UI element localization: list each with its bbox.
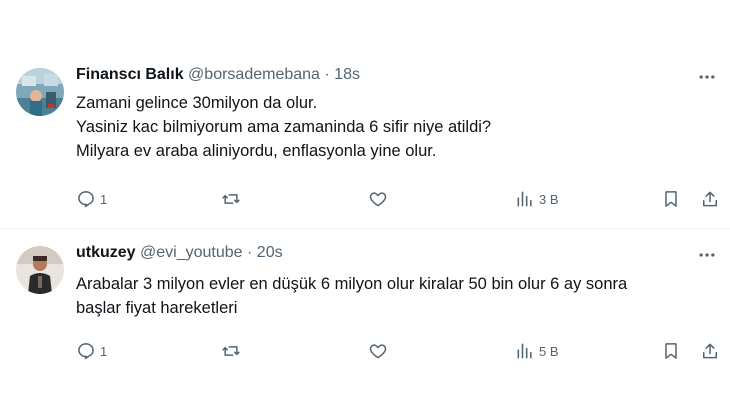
action-bar: 1 5 B — [0, 340, 730, 362]
author-name[interactable]: utkuzey — [76, 244, 136, 261]
like-button[interactable] — [368, 188, 388, 210]
bookmark-button[interactable] — [661, 340, 681, 362]
tweet-text: Zamani gelince 30milyon da olur. Yasiniz… — [76, 91, 710, 163]
tweet-header: utkuzey @evi_youtube · 20s — [76, 241, 670, 265]
bookmark-icon — [665, 343, 677, 359]
tweet[interactable]: Finanscı Balık @borsademebana · 18s Zama… — [0, 0, 730, 229]
retweet-button[interactable] — [221, 188, 241, 210]
reply-button[interactable]: 1 — [76, 340, 107, 362]
tweet-text-line: başlar fiyat hareketleri — [76, 299, 238, 317]
views-button[interactable]: 3 B — [515, 188, 559, 210]
tweet-text: Arabalar 3 milyon evler en düşük 6 milyo… — [76, 272, 710, 320]
timestamp[interactable]: 20s — [257, 244, 283, 261]
share-icon — [703, 191, 717, 207]
views-bar-chart-icon — [517, 191, 532, 207]
tweet-text-line: Milyara ev araba aliniyordu, enflasyonla… — [76, 142, 437, 160]
tweet-text-line: Arabalar 3 milyon evler en düşük 6 milyo… — [76, 275, 628, 293]
reply-icon — [78, 343, 94, 360]
retweet-icon — [222, 346, 240, 356]
more-dots-icon[interactable] — [696, 244, 718, 266]
tweet[interactable]: utkuzey @evi_youtube · 20s Arabalar 3 mi… — [0, 229, 730, 420]
avatar[interactable] — [16, 246, 64, 294]
action-bar: 1 3 B — [0, 188, 730, 210]
share-icon — [703, 343, 717, 359]
reply-count: 1 — [100, 191, 108, 207]
views-count: 3 B — [539, 191, 559, 207]
avatar[interactable] — [16, 68, 64, 116]
timestamp[interactable]: 18s — [334, 66, 360, 83]
tweet-header: Finanscı Balık @borsademebana · 18s — [76, 63, 670, 87]
heart-icon — [369, 192, 387, 207]
retweet-button[interactable] — [221, 340, 241, 362]
views-button[interactable]: 5 B — [515, 340, 559, 362]
reply-icon — [78, 191, 94, 208]
tweet-text-line: Yasiniz kac bilmiyorum ama zamaninda 6 s… — [76, 118, 492, 136]
author-handle[interactable]: @evi_youtube — [140, 244, 243, 261]
reply-button[interactable]: 1 — [76, 188, 107, 210]
separator-dot: · — [247, 244, 253, 261]
more-dots-icon[interactable] — [696, 66, 718, 88]
retweet-icon — [222, 194, 240, 204]
separator-dot: · — [324, 66, 330, 83]
share-button[interactable] — [700, 188, 720, 210]
share-button[interactable] — [700, 340, 720, 362]
bookmark-button[interactable] — [661, 188, 681, 210]
reply-count: 1 — [100, 343, 108, 359]
views-count: 5 B — [539, 343, 559, 359]
bookmark-icon — [665, 191, 677, 207]
author-name[interactable]: Finanscı Balık — [76, 66, 184, 83]
like-button[interactable] — [368, 340, 388, 362]
author-handle[interactable]: @borsademebana — [188, 66, 320, 83]
heart-icon — [369, 344, 387, 359]
views-bar-chart-icon — [517, 343, 532, 359]
tweet-text-line: Zamani gelince 30milyon da olur. — [76, 94, 318, 112]
